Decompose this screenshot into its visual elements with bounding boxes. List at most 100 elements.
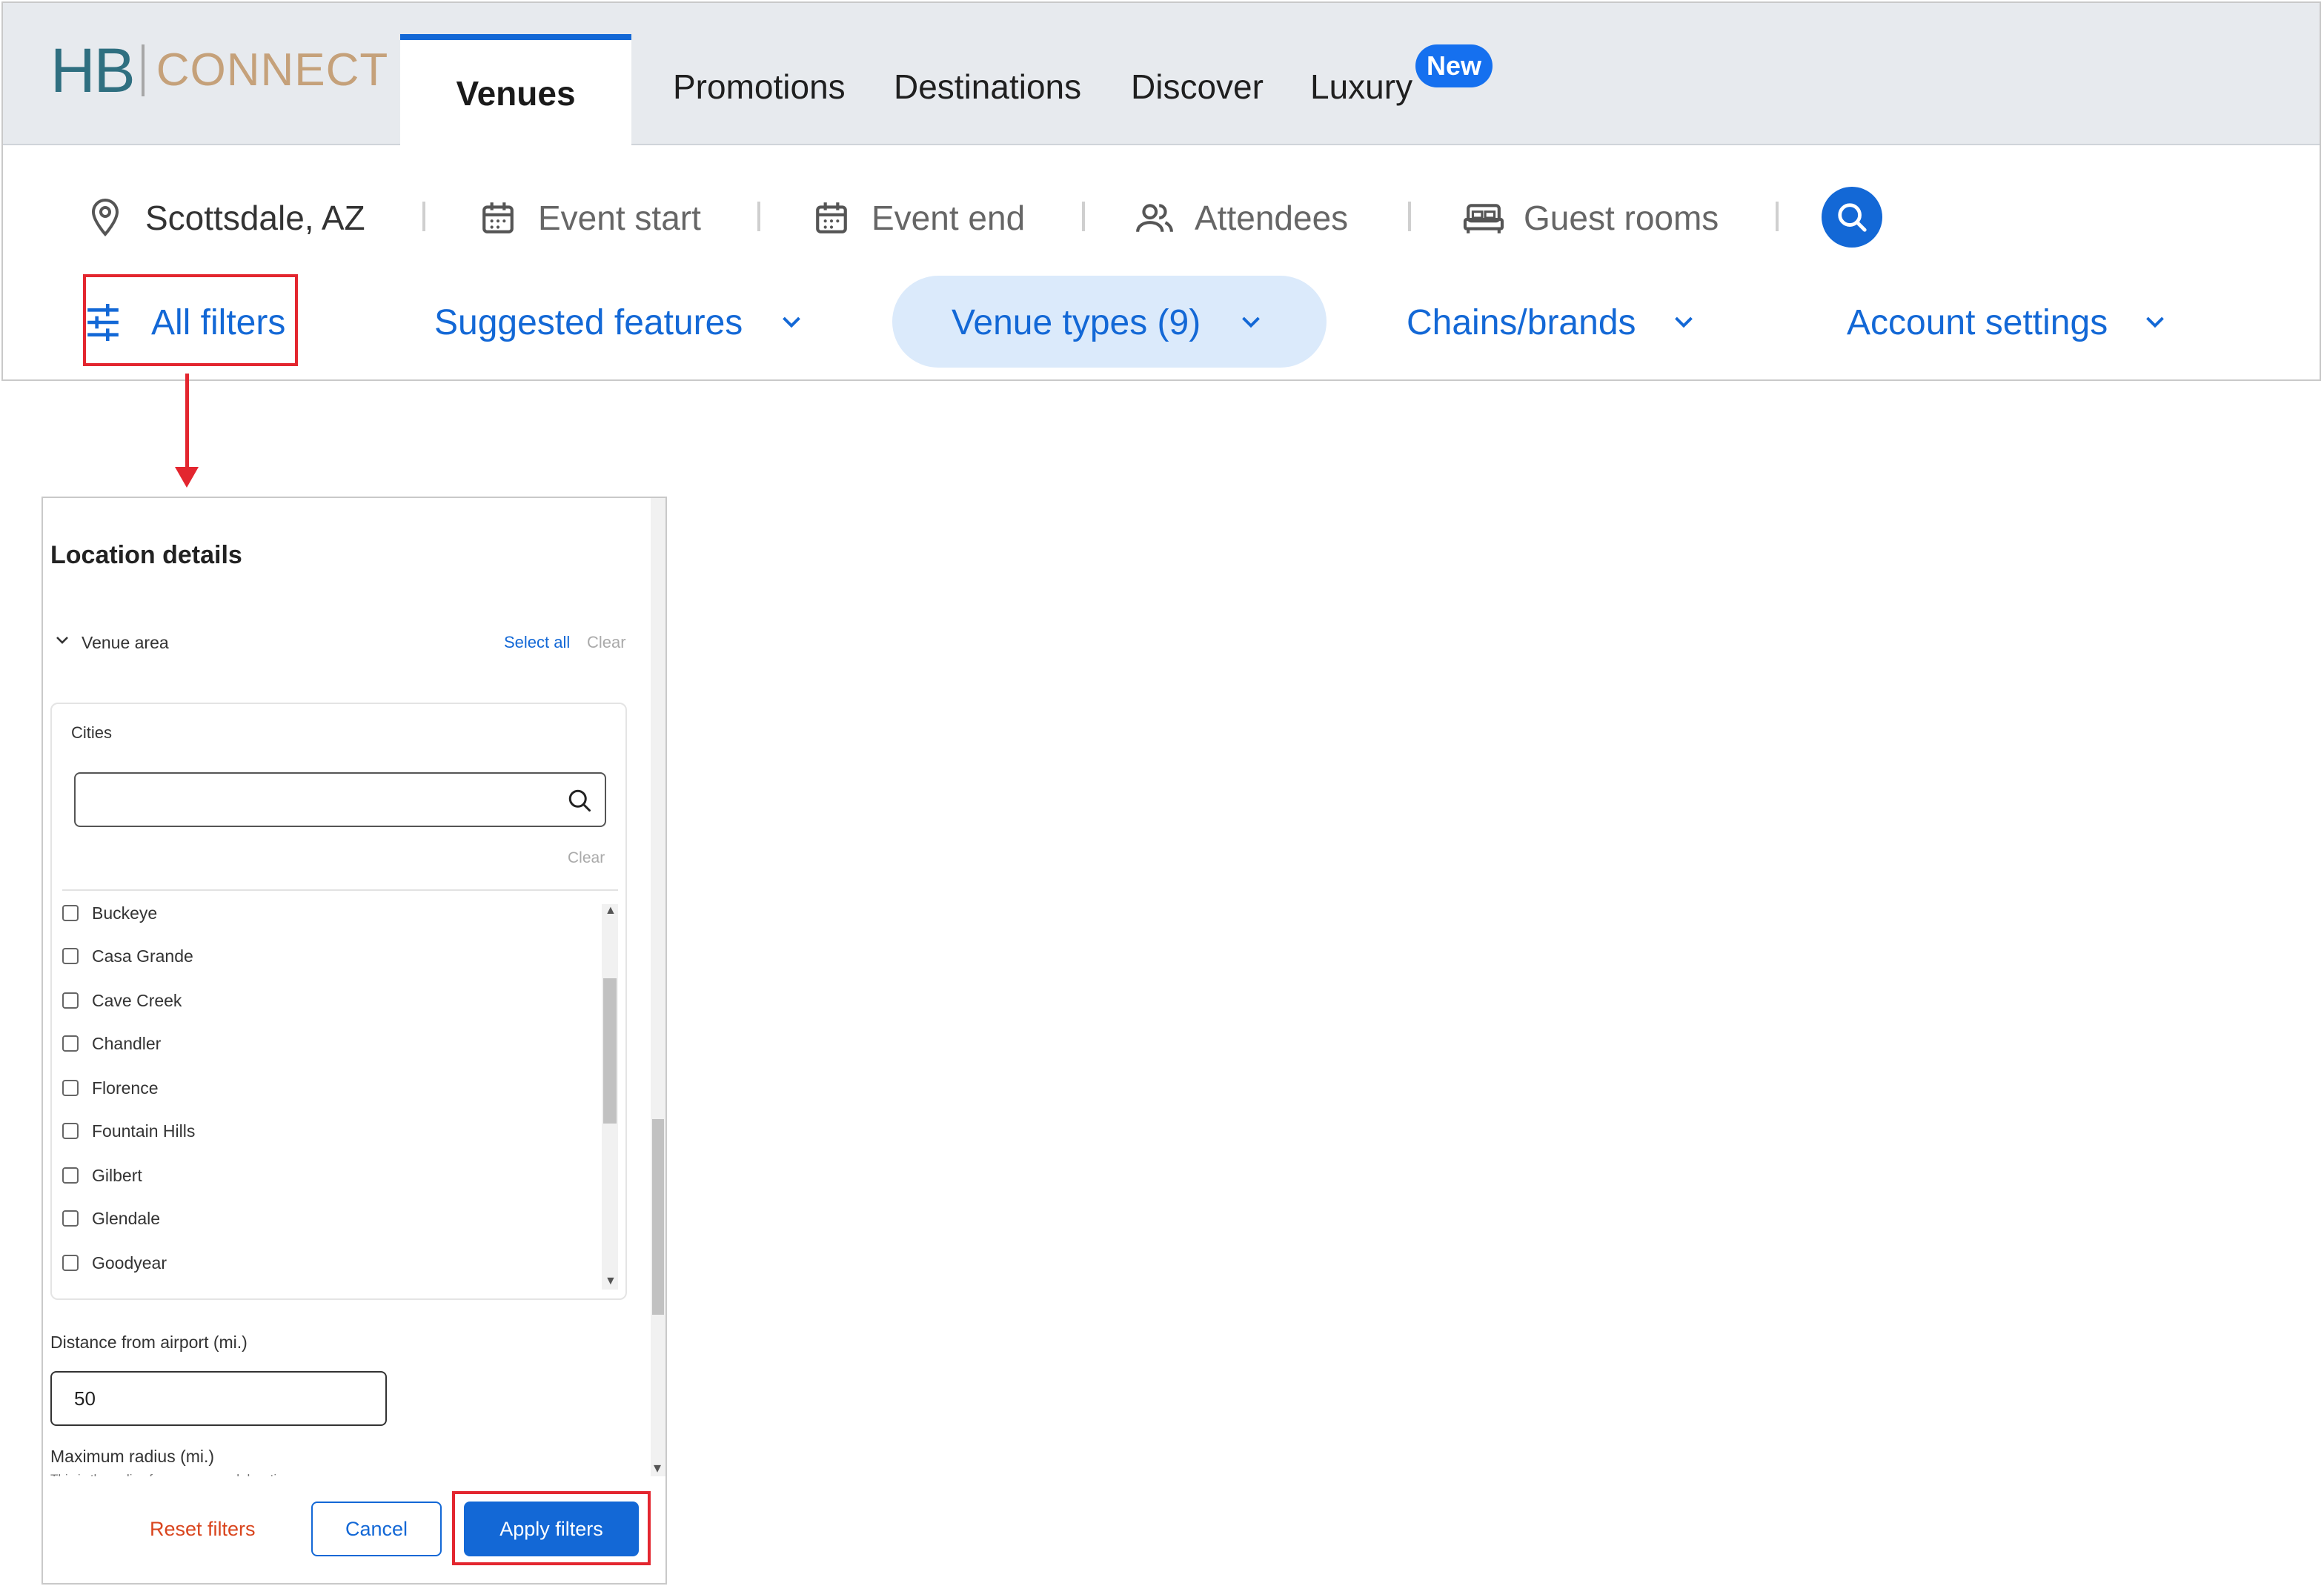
suggested-features-dropdown[interactable]: Suggested features [434, 279, 805, 366]
checkbox[interactable] [62, 1167, 79, 1184]
venue-area-clear-link[interactable]: Clear [587, 633, 626, 652]
search-divider [757, 202, 760, 231]
guest-rooms-field[interactable]: Guest rooms [1463, 193, 1719, 243]
checkbox[interactable] [62, 948, 79, 964]
tab-venues[interactable]: Venues [400, 34, 631, 147]
checkbox[interactable] [62, 1035, 79, 1052]
scroll-up-arrow[interactable]: ▲ [605, 904, 617, 918]
city-label: Buckeye [92, 903, 158, 923]
checkbox[interactable] [62, 1080, 79, 1096]
event-end-field[interactable]: Event end [811, 193, 1025, 243]
attendees-label: Attendees [1195, 199, 1349, 237]
guest-rooms-label: Guest rooms [1524, 199, 1719, 237]
tab-promotions[interactable]: Promotions [673, 70, 846, 104]
cities-clear-link[interactable]: Clear [568, 849, 605, 867]
search-divider [422, 202, 425, 231]
city-checkbox-florence[interactable]: Florence [62, 1073, 158, 1103]
panel-scrollbar-track[interactable] [651, 498, 665, 1476]
checkbox[interactable] [62, 1123, 79, 1139]
venue-area-label: Venue area [82, 633, 169, 652]
logo-divider [141, 44, 145, 96]
reset-filters-button[interactable]: Reset filters [150, 1518, 256, 1541]
chevron-down-icon [2142, 309, 2168, 336]
city-search-input[interactable] [74, 772, 606, 827]
suggested-features-label: Suggested features [434, 302, 743, 342]
city-label: Fountain Hills [92, 1121, 196, 1141]
city-checkbox-cave-creek[interactable]: Cave Creek [62, 986, 182, 1015]
apply-filters-button[interactable]: Apply filters [464, 1502, 639, 1556]
annotation-arrow-line [185, 374, 189, 470]
search-icon [566, 787, 593, 814]
tab-discover[interactable]: Discover [1131, 70, 1264, 104]
city-list: Buckeye Casa Grande Cave Creek Chandler … [52, 895, 615, 1295]
app-window: HB CONNECT Venues Promotions Destination… [1, 1, 2321, 381]
search-divider [1408, 202, 1411, 231]
all-filters-button[interactable]: All filters [84, 279, 285, 366]
city-checkbox-buckeye[interactable]: Buckeye [62, 898, 157, 928]
city-label: Casa Grande [92, 946, 193, 966]
scroll-down-arrow[interactable]: ▼ [605, 1275, 617, 1288]
city-checkbox-glendale[interactable]: Glendale [62, 1204, 160, 1233]
chevron-down-icon [1670, 309, 1697, 336]
city-checkbox-gilbert[interactable]: Gilbert [62, 1161, 142, 1190]
checkbox[interactable] [62, 1255, 79, 1271]
city-label: Florence [92, 1078, 159, 1098]
maximum-radius-label: Maximum radius (mi.) [50, 1447, 215, 1466]
chevron-down-icon[interactable] [53, 631, 71, 649]
cities-card: Cities Clear Buckeye Casa Grande Cave Cr… [50, 703, 627, 1300]
city-label: Cave Creek [92, 990, 182, 1010]
divider [62, 889, 618, 891]
panel-scroll-down-arrow[interactable]: ▾ [654, 1459, 661, 1477]
logo-hb: HB [50, 36, 136, 105]
city-list-scrollbar-thumb[interactable] [603, 978, 617, 1124]
new-badge: New [1415, 44, 1493, 87]
bed-icon [1463, 197, 1504, 239]
chains-brands-dropdown[interactable]: Chains/brands [1407, 279, 1697, 366]
location-field[interactable]: Scottsdale, AZ [84, 193, 365, 243]
panel-scrollbar-thumb[interactable] [652, 1119, 664, 1315]
all-filters-label: All filters [151, 302, 286, 342]
city-checkbox-chandler[interactable]: Chandler [62, 1029, 161, 1058]
account-settings-label: Account settings [1847, 302, 2108, 342]
select-all-link[interactable]: Select all [504, 633, 570, 652]
city-checkbox-fountain-hills[interactable]: Fountain Hills [62, 1116, 195, 1146]
map-pin-icon [84, 197, 126, 239]
event-start-label: Event start [538, 199, 701, 237]
hb-connect-logo[interactable]: HB CONNECT [50, 37, 388, 104]
search-divider [1776, 202, 1779, 231]
tab-luxury[interactable]: Luxury [1310, 70, 1412, 104]
city-label: Chandler [92, 1033, 162, 1053]
venue-types-dropdown[interactable]: Venue types (9) [952, 279, 1264, 366]
distance-from-airport-input[interactable]: 50 [50, 1371, 387, 1426]
panel-footer: Reset filters Cancel Apply filters [43, 1476, 665, 1583]
all-filters-panel: ▾ Location details Venue area Select all… [42, 497, 667, 1585]
event-start-field[interactable]: Event start [477, 193, 701, 243]
tab-destinations[interactable]: Destinations [894, 70, 1081, 104]
city-checkbox-casa-grande[interactable]: Casa Grande [62, 941, 193, 971]
people-icon [1134, 197, 1175, 239]
checkbox[interactable] [62, 1210, 79, 1227]
attendees-field[interactable]: Attendees [1134, 193, 1348, 243]
event-end-label: Event end [872, 199, 1026, 237]
top-nav-bar: HB CONNECT Venues Promotions Destination… [3, 3, 2320, 147]
sliders-icon [84, 302, 122, 343]
search-button[interactable] [1822, 187, 1882, 248]
calendar-icon [811, 197, 852, 239]
venue-area-section-header[interactable]: Venue area Select all Clear [50, 628, 636, 658]
calendar-icon [477, 197, 519, 239]
city-label: Glendale [92, 1208, 161, 1228]
chevron-down-icon [1238, 309, 1264, 336]
chevron-down-icon [778, 309, 805, 336]
city-label: Gilbert [92, 1165, 142, 1185]
logo-connect: CONNECT [156, 44, 389, 96]
checkbox[interactable] [62, 992, 79, 1009]
city-label: Goodyear [92, 1252, 167, 1273]
account-settings-dropdown[interactable]: Account settings [1847, 279, 2168, 366]
search-divider [1082, 202, 1085, 231]
checkbox[interactable] [62, 905, 79, 921]
search-icon [1838, 203, 1867, 232]
annotation-arrow-head [175, 467, 199, 488]
panel-title: Location details [50, 541, 242, 569]
city-checkbox-goodyear[interactable]: Goodyear [62, 1248, 167, 1278]
cancel-button[interactable]: Cancel [311, 1502, 442, 1556]
